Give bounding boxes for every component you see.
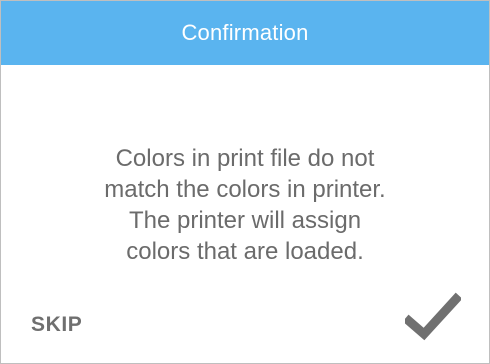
dialog-message: Colors in print file do not match the co… (41, 143, 449, 267)
checkmark-icon (405, 292, 461, 341)
dialog-header: Confirmation (1, 1, 489, 65)
message-line-1: Colors in print file do not (115, 145, 375, 172)
message-line-4: colors that are loaded. (126, 238, 364, 265)
dialog-title: Confirmation (181, 20, 309, 45)
confirmation-dialog: Confirmation Colors in print file do not… (0, 0, 490, 364)
confirm-button[interactable] (405, 291, 461, 341)
message-line-2: match the colors in printer. (104, 176, 386, 203)
message-line-3: The printer will assign (128, 207, 362, 234)
skip-button[interactable]: SKIP (31, 313, 82, 337)
